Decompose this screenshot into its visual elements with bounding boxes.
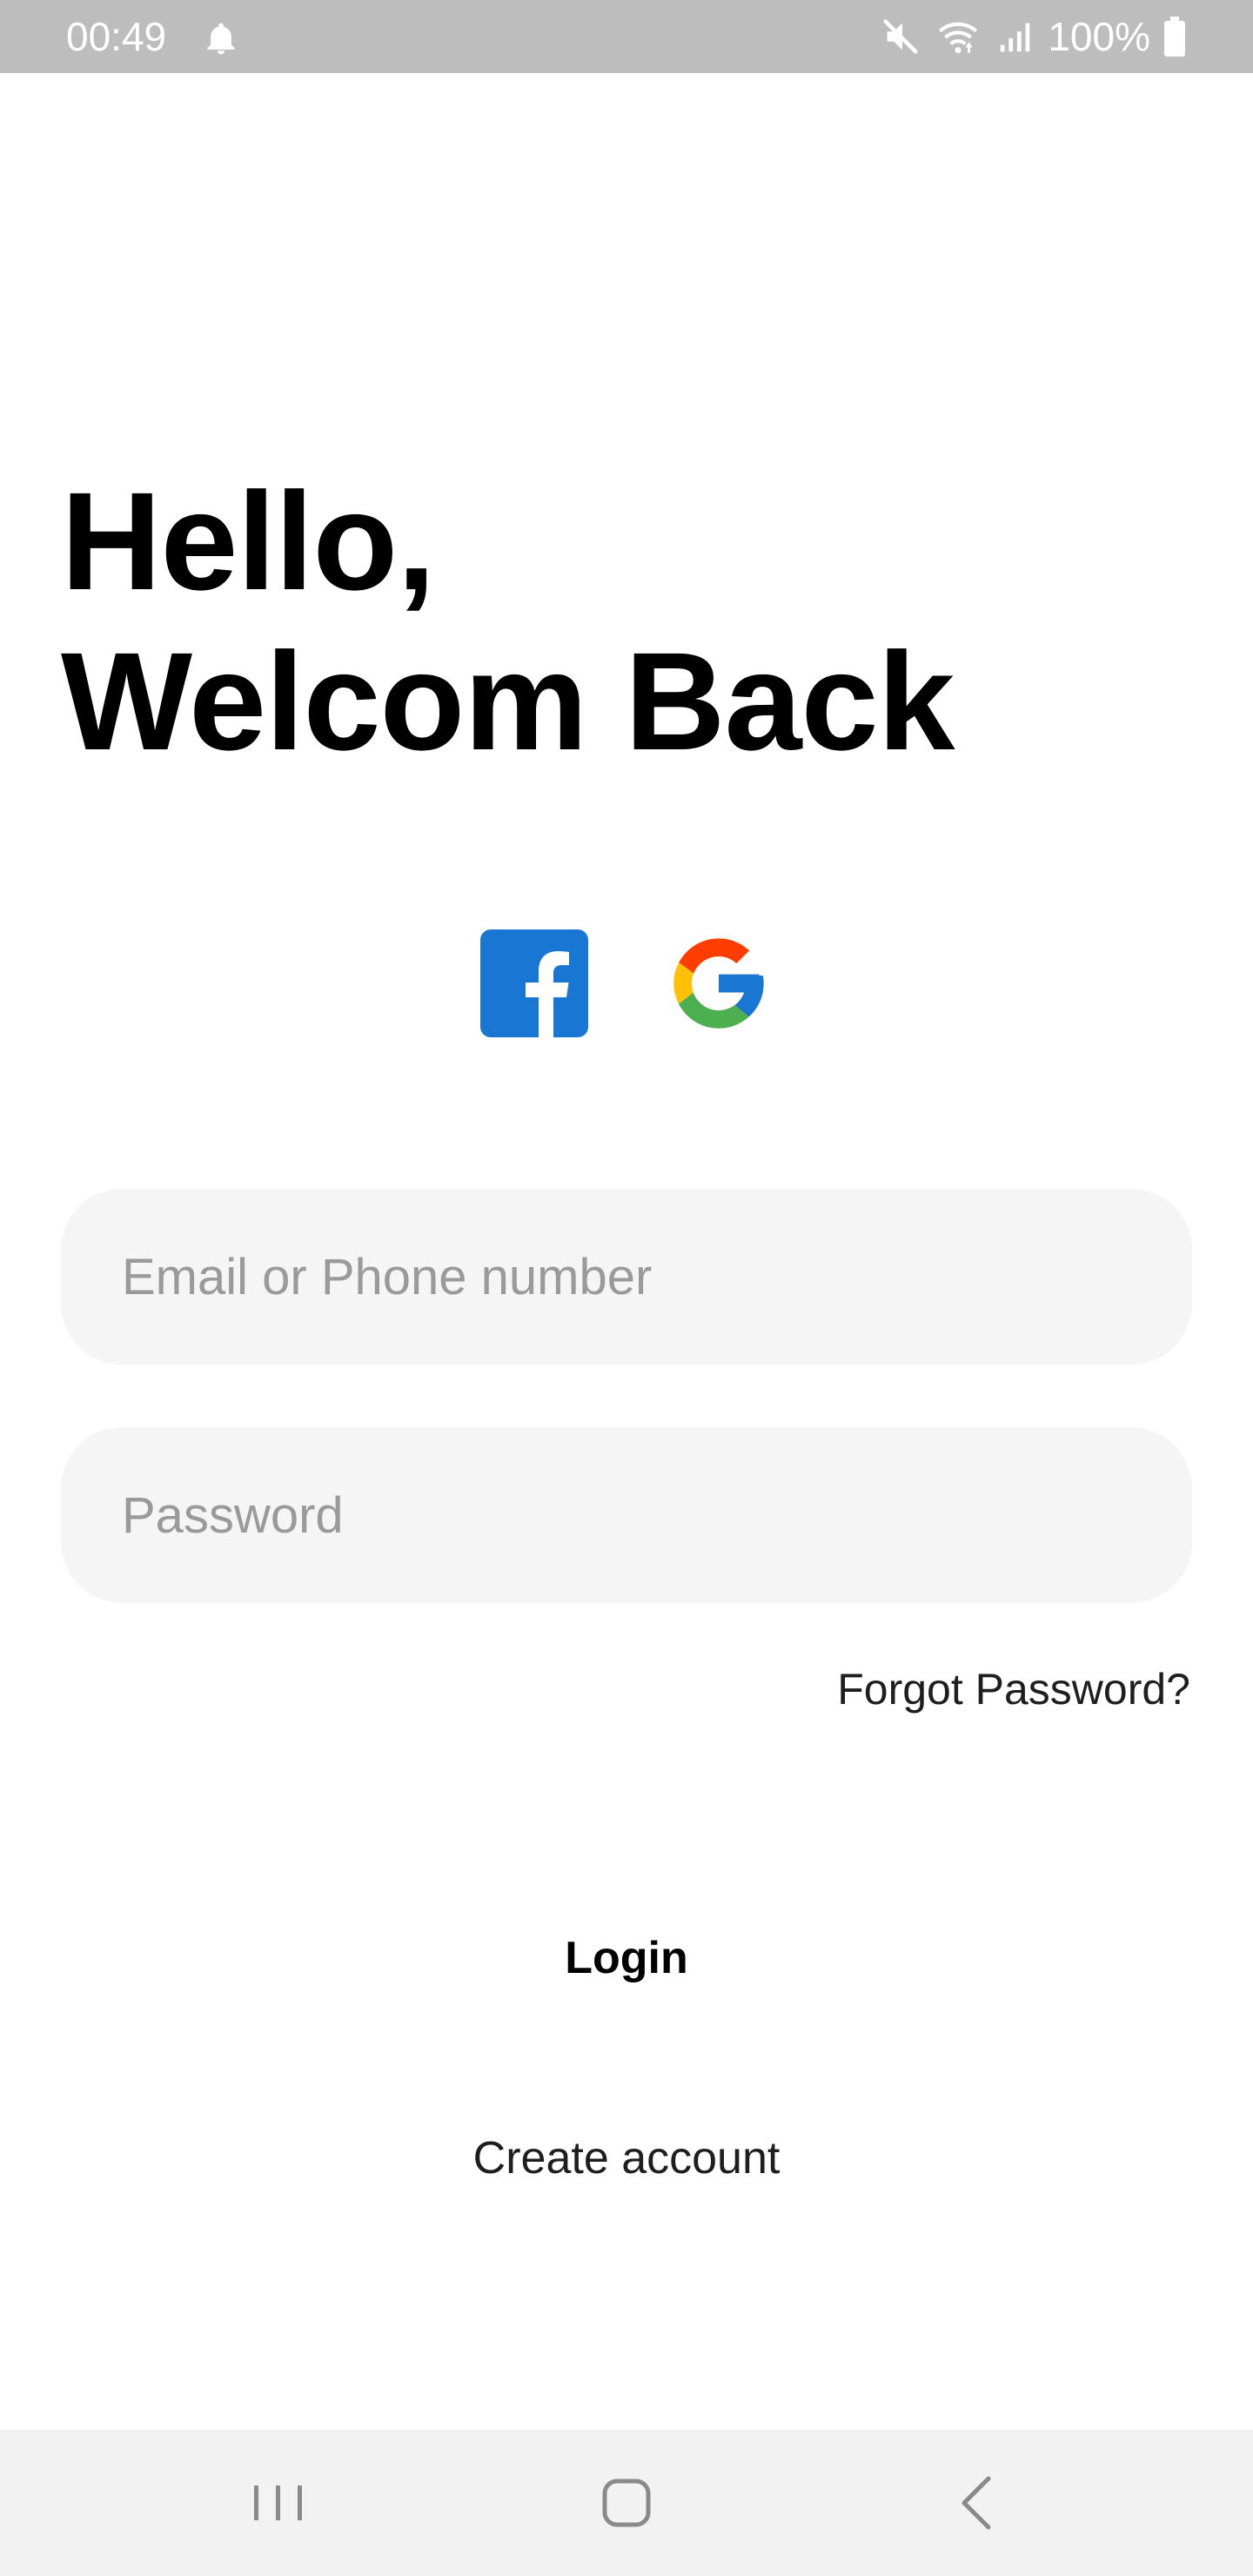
social-login-row <box>480 929 773 1037</box>
heading-line-welcome: Welcom Back <box>61 623 955 779</box>
recent-apps-button[interactable] <box>235 2459 322 2546</box>
password-input[interactable] <box>61 1427 1192 1603</box>
home-button[interactable] <box>583 2459 670 2546</box>
back-icon <box>962 2476 991 2530</box>
signal-icon <box>995 17 1035 57</box>
create-account-button[interactable]: Create account <box>409 2115 844 2202</box>
welcome-heading: Hello, Welcom Back <box>61 461 955 782</box>
battery-percentage: 100% <box>1048 14 1150 59</box>
system-nav-bar <box>0 2430 1253 2576</box>
google-icon <box>673 938 764 1029</box>
google-login-button[interactable] <box>665 929 773 1037</box>
mute-icon <box>881 17 921 57</box>
email-input[interactable] <box>61 1189 1192 1365</box>
bell-icon <box>202 19 240 57</box>
forgot-password-link[interactable]: Forgot Password? <box>837 1657 1190 1721</box>
facebook-icon <box>480 929 588 1037</box>
email-field[interactable] <box>61 1189 1192 1365</box>
battery-icon <box>1163 16 1187 57</box>
status-icons: 100% <box>881 0 1187 73</box>
facebook-login-button[interactable] <box>480 929 588 1037</box>
password-field[interactable] <box>61 1427 1192 1603</box>
login-button[interactable]: Login <box>452 1915 801 2002</box>
status-bar: 00:49 100% <box>0 0 1253 73</box>
wifi-icon <box>933 15 983 58</box>
heading-line-hello: Hello, <box>61 463 436 619</box>
recent-apps-icon <box>254 2485 302 2520</box>
home-icon <box>602 2479 651 2527</box>
back-button[interactable] <box>935 2459 1022 2546</box>
status-time: 00:49 <box>66 14 167 59</box>
